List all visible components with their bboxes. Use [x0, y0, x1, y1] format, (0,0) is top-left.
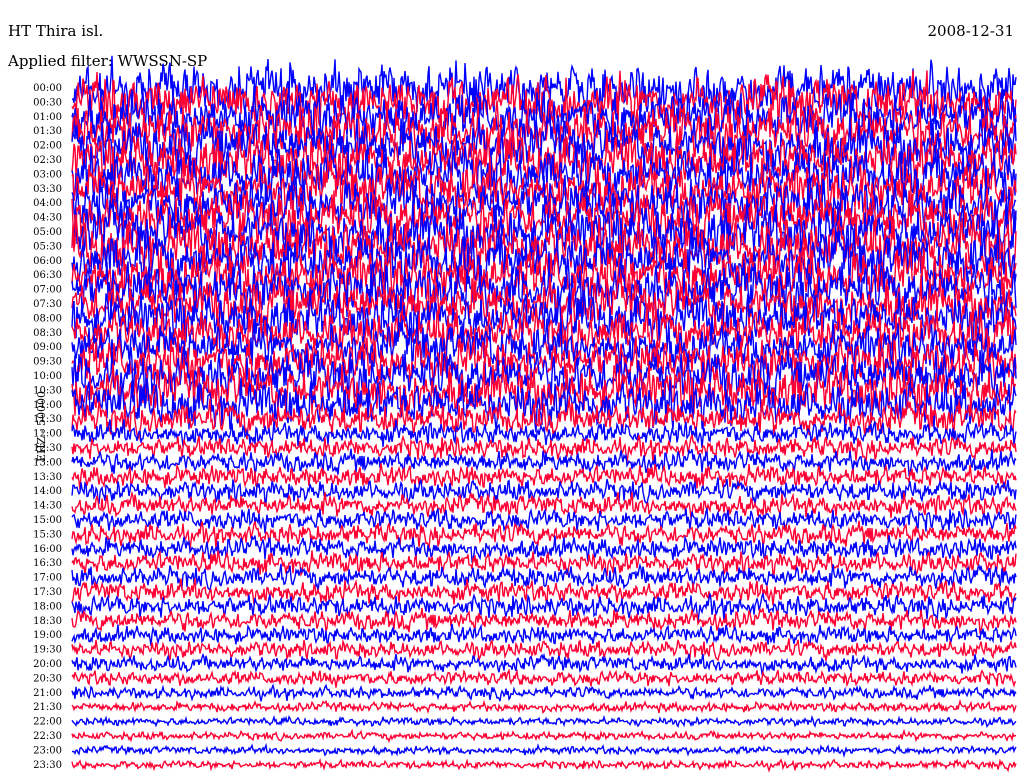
row-time-label: 00:00 — [33, 83, 62, 94]
row-time-label: 22:00 — [33, 717, 62, 728]
row-time-label: 18:00 — [33, 601, 62, 612]
helicorder-plot: 00:00 00:30 01:00 01:30 02:00 02:30 03:00 03:30… — [33, 55, 1017, 773]
row-time-label: 17:30 — [33, 587, 62, 598]
row-time-label: 12:30 — [33, 443, 62, 454]
seismic-trace-row — [71, 419, 1017, 448]
row-time-label: 01:30 — [33, 126, 62, 137]
row-time-label: 10:30 — [33, 385, 62, 396]
row-time-label: 15:00 — [33, 515, 62, 526]
row-time-label: 13:00 — [33, 457, 62, 468]
row-time-label: 03:00 — [33, 169, 62, 180]
row-time-label: 16:00 — [33, 544, 62, 555]
row-time-label: 07:30 — [33, 299, 62, 310]
row-time-label: 09:00 — [33, 342, 62, 353]
row-time-label: 03:30 — [33, 184, 62, 195]
row-time-label: 13:30 — [33, 472, 62, 483]
row-time-label: 14:00 — [33, 486, 62, 497]
seismic-trace-row — [71, 683, 1017, 702]
row-time-label: 20:00 — [33, 659, 62, 670]
row-time-label: 18:30 — [33, 616, 62, 627]
row-time-label: 17:00 — [33, 573, 62, 584]
seismic-trace-row — [71, 562, 1017, 593]
row-time-label: 08:30 — [33, 328, 62, 339]
row-time-label: 05:30 — [33, 241, 62, 252]
row-time-label: 11:00 — [33, 400, 62, 411]
time-label-group: 00:00 00:30 01:00 01:30 02:00 02:30 03:00 03:30… — [33, 83, 62, 771]
row-time-label: 05:00 — [33, 227, 62, 238]
seismic-trace-row — [71, 652, 1017, 677]
seismic-trace-row — [71, 668, 1017, 688]
row-time-label: 16:30 — [33, 558, 62, 569]
row-time-label: 19:00 — [33, 630, 62, 641]
row-time-label: 10:00 — [33, 371, 62, 382]
row-time-label: 21:00 — [33, 688, 62, 699]
row-time-label: 08:00 — [33, 313, 62, 324]
row-time-label: 12:00 — [33, 429, 62, 440]
row-time-label: 06:30 — [33, 270, 62, 281]
seismic-trace-row — [71, 698, 1017, 714]
row-time-label: 02:30 — [33, 155, 62, 166]
row-time-label: 07:00 — [33, 285, 62, 296]
row-time-label: 14:30 — [33, 501, 62, 512]
row-time-label: 00:30 — [33, 97, 62, 108]
row-time-label: 23:30 — [33, 760, 62, 771]
trace-group — [71, 55, 1017, 773]
row-time-label: 21:30 — [33, 702, 62, 713]
row-time-label: 23:00 — [33, 745, 62, 756]
seismic-trace-row — [71, 757, 1017, 773]
row-time-label: 11:30 — [33, 414, 62, 425]
seismic-trace-row — [71, 520, 1017, 550]
row-time-label: 20:30 — [33, 673, 62, 684]
row-time-label: 15:30 — [33, 529, 62, 540]
seismic-trace-row — [71, 714, 1017, 729]
row-time-label: 01:00 — [33, 112, 62, 123]
row-time-label: 02:00 — [33, 141, 62, 152]
row-time-label: 19:30 — [33, 645, 62, 656]
row-time-label: 06:00 — [33, 256, 62, 267]
row-time-label: 04:00 — [33, 198, 62, 209]
row-time-label: 22:30 — [33, 731, 62, 742]
seismic-trace-row — [71, 728, 1017, 744]
seismic-trace-row — [71, 742, 1017, 759]
row-time-label: 09:30 — [33, 357, 62, 368]
row-time-label: 04:30 — [33, 213, 62, 224]
